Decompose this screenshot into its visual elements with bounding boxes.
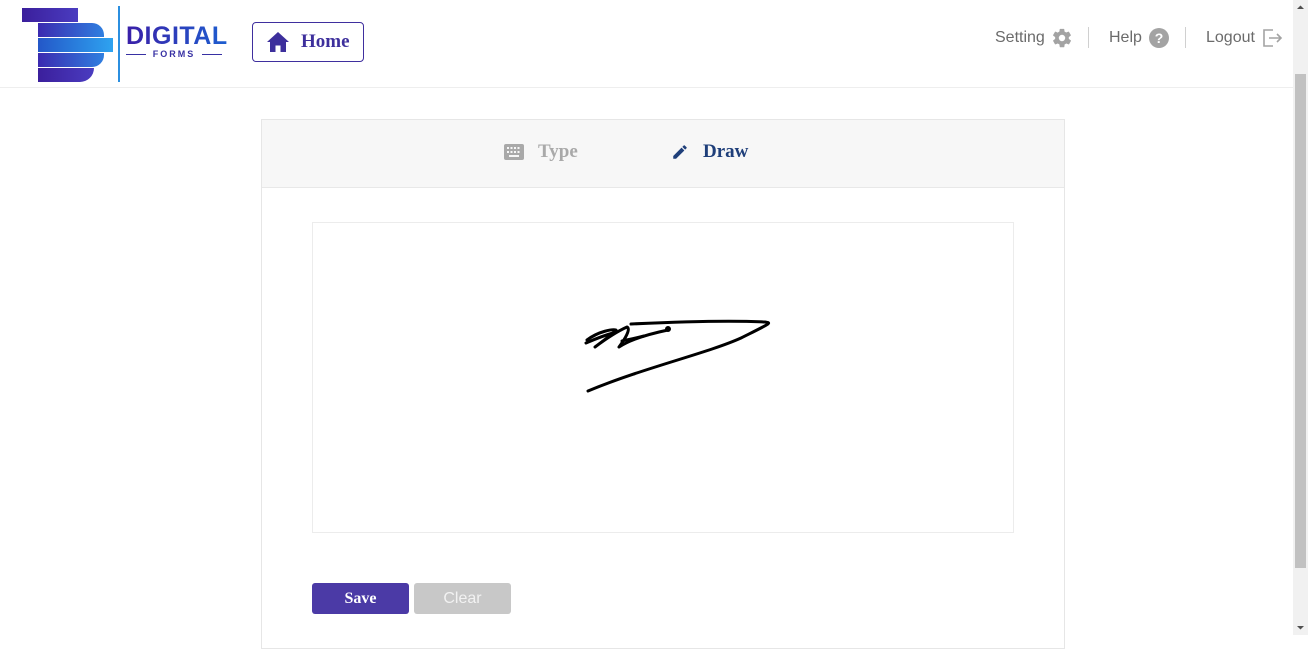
home-button[interactable]: Home	[252, 22, 364, 62]
help-label: Help	[1109, 29, 1142, 46]
digital-forms-logo[interactable]: DIGITAL FORMS	[20, 6, 228, 84]
keyboard-icon	[504, 144, 524, 160]
logout-link[interactable]: Logout	[1206, 26, 1283, 50]
home-label: Home	[301, 31, 350, 52]
save-button[interactable]: Save	[312, 583, 409, 614]
chevron-down-icon	[1297, 626, 1304, 630]
pencil-icon	[673, 145, 687, 159]
logout-label: Logout	[1206, 29, 1255, 46]
tab-type-label: Type	[538, 141, 578, 162]
home-icon	[267, 32, 289, 52]
logo-divider	[118, 6, 120, 82]
tab-type[interactable]: Type	[504, 141, 578, 163]
signature-mode-tabs: Type Draw	[262, 120, 1064, 188]
question-circle-icon: ?	[1148, 28, 1169, 48]
setting-label: Setting	[995, 29, 1045, 46]
help-link[interactable]: Help ?	[1109, 26, 1170, 50]
gear-icon	[1052, 28, 1071, 48]
nav-divider	[1088, 27, 1089, 48]
nav-divider	[1185, 27, 1186, 48]
scroll-down-arrow[interactable]	[1293, 620, 1308, 635]
scroll-thumb[interactable]	[1295, 74, 1306, 568]
top-header: DIGITAL FORMS Home Setting Help ? Logout	[0, 0, 1293, 88]
logo-subtitle: FORMS	[126, 49, 222, 59]
setting-link[interactable]: Setting	[995, 26, 1073, 50]
signature-canvas[interactable]	[312, 222, 1014, 533]
chevron-up-icon	[1297, 5, 1304, 9]
svg-text:?: ?	[1155, 30, 1164, 46]
logout-icon	[1263, 29, 1283, 47]
clear-button[interactable]: Clear	[414, 583, 511, 614]
drawn-signature	[584, 319, 770, 393]
logo-mark	[20, 6, 115, 84]
scroll-up-arrow[interactable]	[1293, 0, 1308, 15]
vertical-scrollbar[interactable]	[1293, 0, 1308, 635]
logo-title: DIGITAL	[126, 22, 228, 50]
tab-draw-label: Draw	[703, 141, 749, 162]
signature-panel: Type Draw Save Clear	[261, 119, 1065, 649]
tab-draw[interactable]: Draw	[671, 141, 748, 163]
